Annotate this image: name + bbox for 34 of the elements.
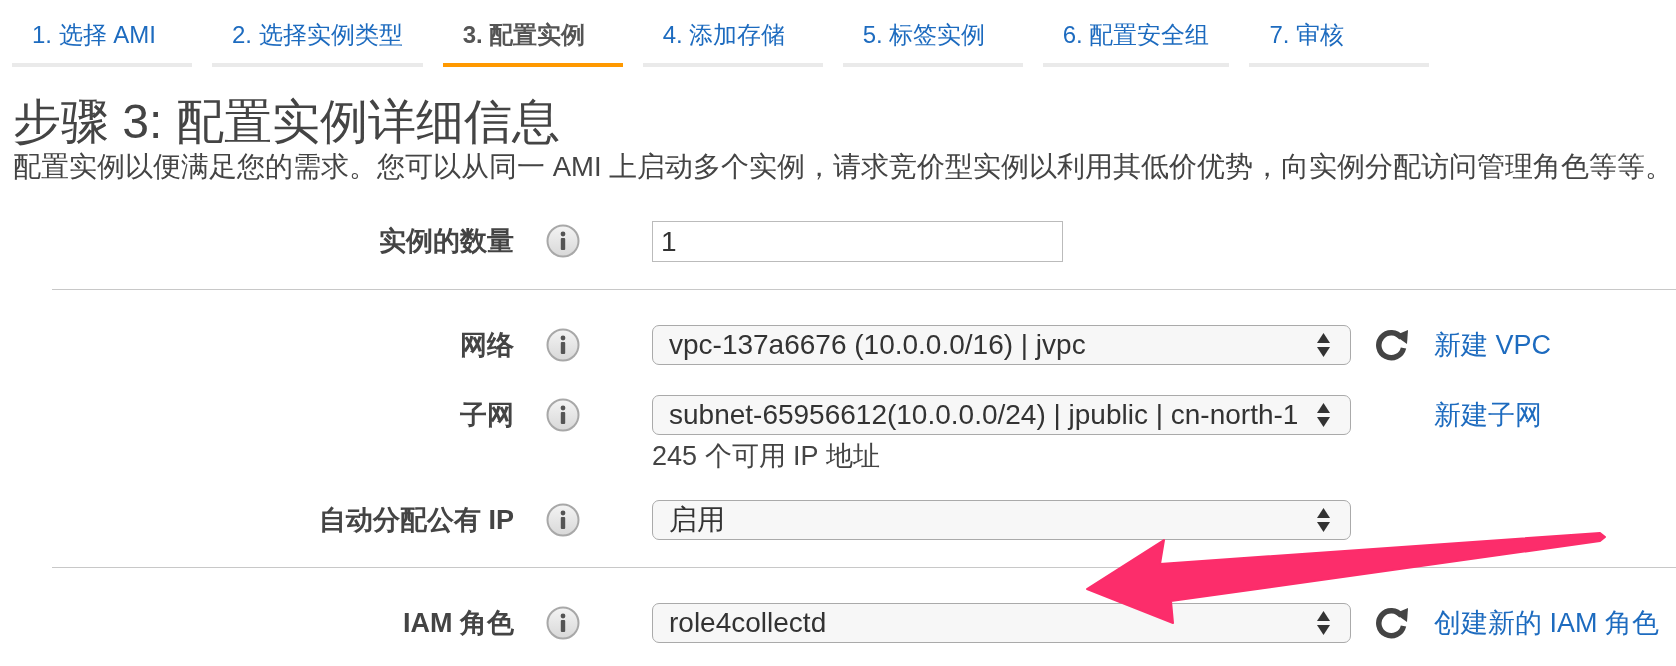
refresh-icon[interactable]: [1374, 605, 1409, 640]
dropdown-select[interactable]: subnet-65956612(10.0.0.0/24) | jpublic | cn-north-1: [652, 395, 1351, 435]
wizard-step-tab[interactable]: 7. 审核: [1249, 0, 1430, 67]
field-label: 子网: [460, 399, 514, 432]
create-link[interactable]: 新建 VPC: [1434, 325, 1552, 365]
field-label: 自动分配公有 IP: [319, 504, 514, 537]
wizard-step-tab[interactable]: 4. 添加存储: [642, 0, 823, 67]
up-down-arrows-icon: [1317, 331, 1330, 359]
page-heading: 步骤 3: 配置实例详细信息: [13, 95, 560, 149]
dropdown-select[interactable]: vpc-137a6676 (10.0.0.0/16) | jvpc: [652, 325, 1351, 365]
dropdown-select[interactable]: role4collectd: [652, 603, 1351, 643]
info-icon[interactable]: [546, 503, 580, 537]
wizard-step-tab[interactable]: 2. 选择实例类型: [212, 0, 423, 67]
up-down-arrows-icon: [1317, 506, 1330, 534]
info-icon[interactable]: [546, 606, 580, 640]
wizard-step-tab[interactable]: 6. 配置安全组: [1042, 0, 1230, 67]
wizard-step-tab[interactable]: 3. 配置实例: [442, 0, 623, 67]
dropdown-select[interactable]: 启用: [652, 500, 1351, 540]
wizard-step-tab[interactable]: 5. 标签实例: [842, 0, 1023, 67]
create-link[interactable]: 创建新的 IAM 角色: [1434, 603, 1659, 643]
info-icon[interactable]: [546, 398, 580, 432]
refresh-icon[interactable]: [1374, 327, 1409, 362]
up-down-arrows-icon: [1317, 609, 1330, 637]
field-label: 实例的数量: [379, 225, 514, 258]
up-down-arrows-icon: [1317, 401, 1330, 429]
info-icon[interactable]: [546, 328, 580, 362]
wizard-step-tab[interactable]: 1. 选择 AMI: [12, 0, 192, 67]
text-input[interactable]: 1: [652, 221, 1063, 262]
page-description: 配置实例以便满足您的需求。您可以从同一 AMI 上启动多个实例，请求竞价型实例以利用其低价优势，向实例分配访问管理角色等等。: [13, 151, 1674, 183]
info-icon[interactable]: [546, 224, 580, 258]
field-label: IAM 角色: [403, 607, 514, 640]
help-text: 245 个可用 IP 地址: [652, 442, 880, 470]
field-label: 网络: [460, 329, 514, 362]
create-link[interactable]: 新建子网: [1434, 395, 1542, 435]
